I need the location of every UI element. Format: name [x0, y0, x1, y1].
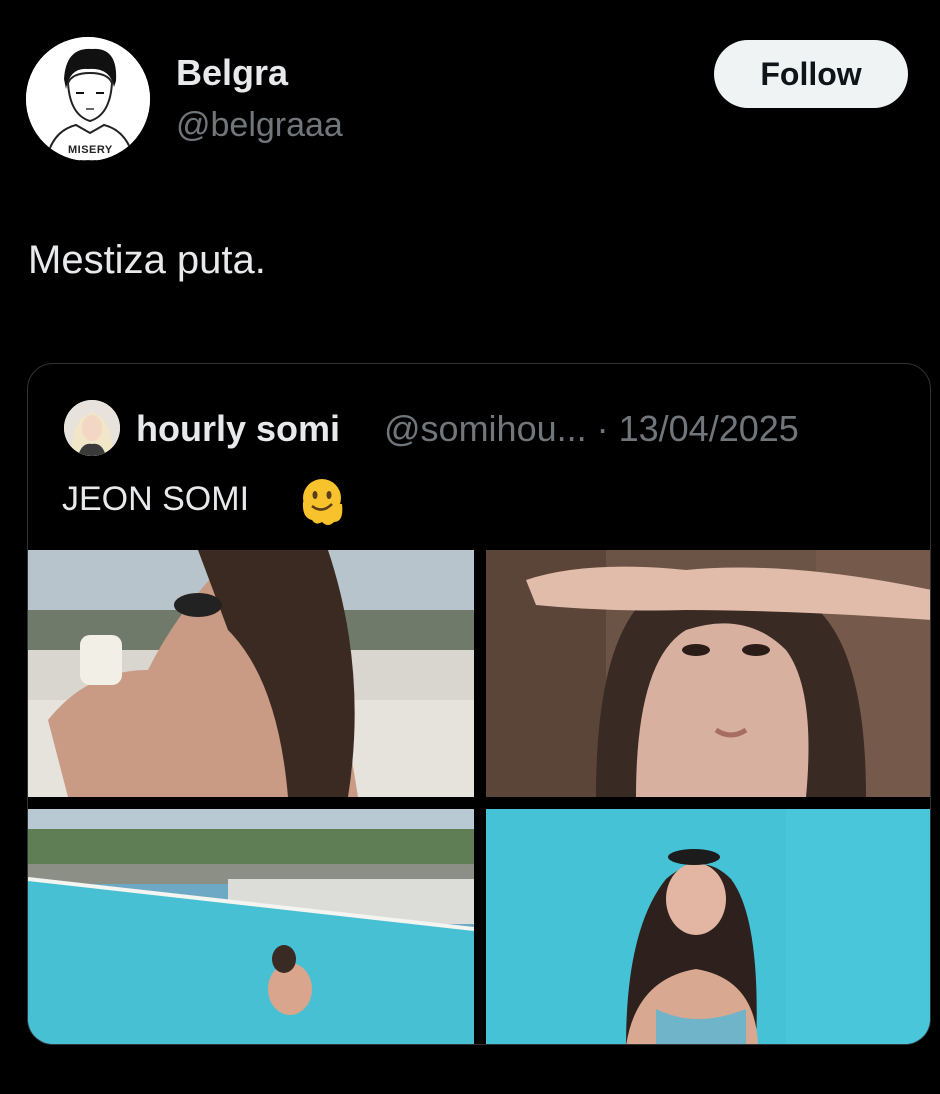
photo-pool-water[interactable] — [486, 809, 930, 1044]
author-handle[interactable]: @belgraaa — [176, 106, 343, 145]
author-avatar[interactable]: MISERY — [26, 37, 150, 161]
follow-button[interactable]: Follow — [714, 40, 908, 108]
quoted-author-avatar[interactable] — [64, 400, 120, 456]
quoted-text: JEON SOMI — [62, 480, 250, 518]
quoted-author-handle-date: @somihou... · 13/04/2025 — [384, 408, 799, 449]
melting-face-icon — [294, 474, 350, 530]
photo-pool-sunglasses[interactable] — [28, 550, 474, 797]
quoted-author-name[interactable]: hourly somi — [136, 408, 340, 450]
media-grid — [28, 550, 930, 1044]
avatar-label: MISERY — [68, 144, 113, 156]
photo-closeup-hand[interactable] — [486, 550, 930, 797]
tweet-text: Mestiza puta. — [28, 238, 266, 282]
photo-infinity-pool[interactable] — [28, 809, 474, 1044]
quoted-tweet[interactable]: hourly somi @somihou... · 13/04/2025 JEO… — [27, 363, 931, 1045]
author-name[interactable]: Belgra — [176, 52, 288, 94]
